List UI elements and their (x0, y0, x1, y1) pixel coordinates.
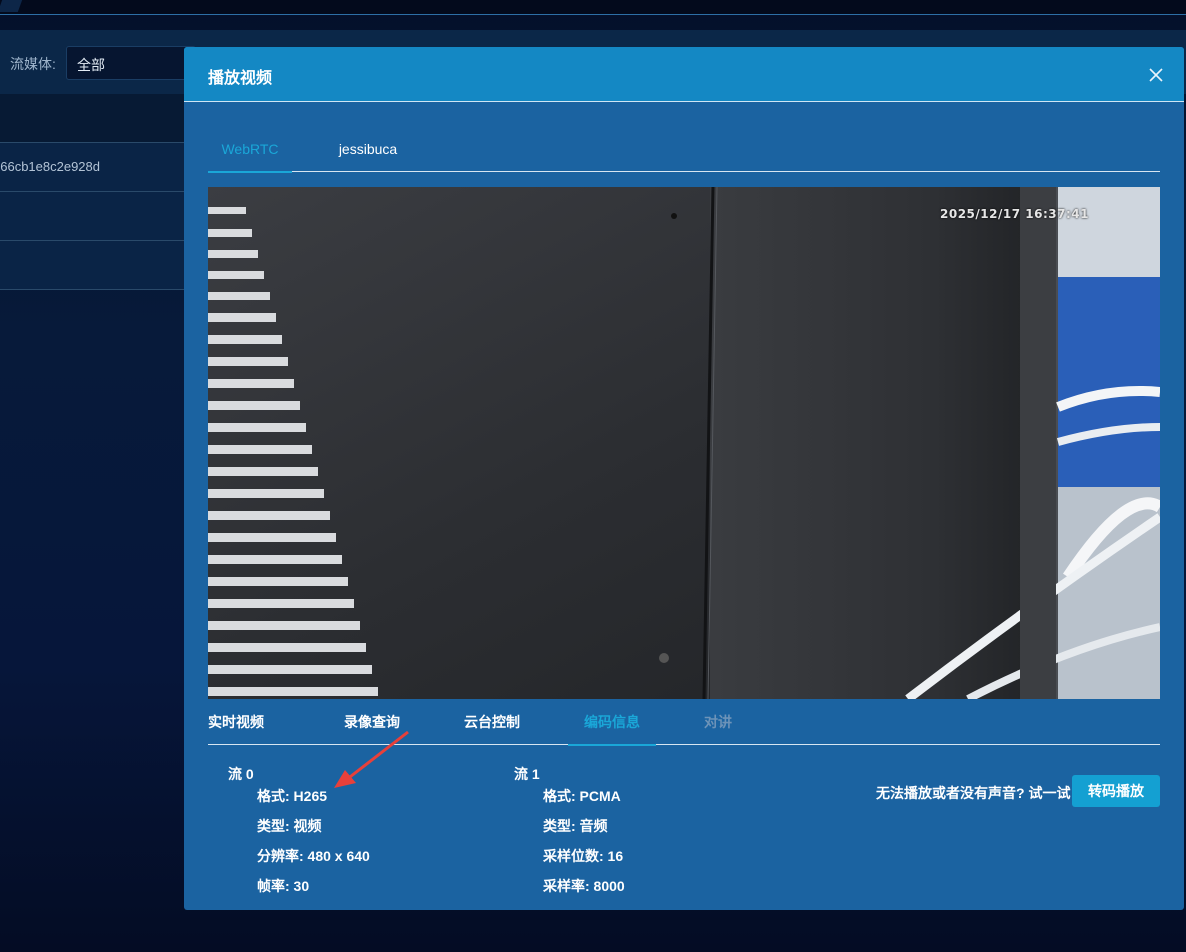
tab-webrtc[interactable]: WebRTC (208, 131, 292, 173)
stream-1-title: 流 1 (514, 766, 540, 782)
video-frame-image (208, 187, 1160, 699)
video-player[interactable]: 2025/12/17 16:37:41 (208, 187, 1160, 699)
dialog-header: 播放视频 (184, 47, 1184, 102)
player-tabs: WebRTC jessibuca (208, 131, 1160, 173)
table-row[interactable]: 366cb1e8c2e928d (0, 143, 184, 192)
close-icon[interactable] (1146, 65, 1166, 85)
stream-1-type: 类型: 音频 (543, 818, 608, 834)
tab-codec-info[interactable]: 编码信息 (568, 703, 656, 746)
media-server-filter-select[interactable]: 全部 (66, 46, 196, 80)
stream-0-framerate: 帧率: 30 (257, 878, 310, 894)
top-bar (0, 0, 1186, 15)
table-row[interactable] (0, 192, 184, 241)
transcode-play-button[interactable]: 转码播放 (1072, 775, 1160, 807)
table-row[interactable] (0, 241, 184, 290)
tab-intercom[interactable]: 对讲 (704, 703, 732, 744)
tab-live-video[interactable]: 实时视频 (208, 703, 264, 744)
video-timestamp: 2025/12/17 16:37:41 (940, 207, 1089, 221)
media-server-filter-label: 流媒体: (10, 56, 56, 72)
table-header (0, 94, 184, 143)
stream-0-title: 流 0 (228, 766, 254, 782)
row-id-text: 366cb1e8c2e928d (0, 159, 100, 174)
stream-1-sample-rate: 采样率: 8000 (543, 878, 625, 894)
stream-0-resolution: 分辨率: 480 x 640 (257, 848, 370, 864)
stream-0-type: 类型: 视频 (257, 818, 322, 834)
stream-0-format: 格式: H265 (257, 788, 328, 804)
annotation-arrow-icon (334, 730, 409, 788)
stream-1-bit-depth: 采样位数: 16 (543, 848, 624, 864)
tab-jessibuca[interactable]: jessibuca (332, 131, 404, 171)
dialog-title: 播放视频 (208, 70, 273, 87)
stream-1-format: 格式: PCMA (543, 788, 621, 804)
playback-help-text: 无法播放或者没有声音? 试一试 (876, 785, 1071, 801)
top-bar-notch (0, 0, 23, 12)
tab-ptz-control[interactable]: 云台控制 (464, 703, 520, 744)
